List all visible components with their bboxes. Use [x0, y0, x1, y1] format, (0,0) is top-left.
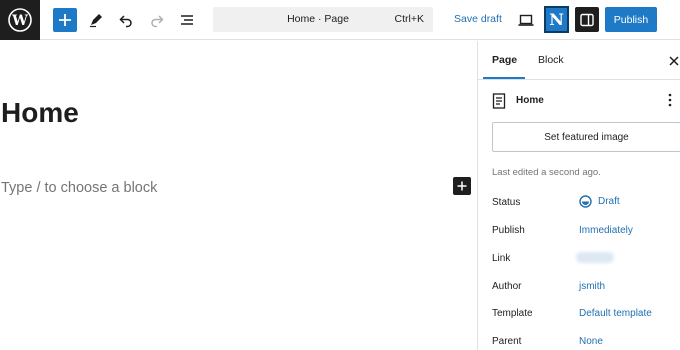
plus-icon	[457, 181, 467, 191]
command-palette-bar[interactable]: Home · Page Ctrl+K	[213, 7, 433, 32]
redo-icon	[151, 15, 164, 28]
last-edited-text: Last edited a second ago.	[492, 167, 601, 178]
sidebar-tabs: Page Block	[478, 41, 680, 80]
close-icon[interactable]	[668, 55, 680, 67]
n-plugin-button[interactable]: N	[544, 6, 569, 33]
svg-text:W: W	[11, 13, 28, 29]
template-value[interactable]: Default template	[579, 308, 652, 319]
publish-value[interactable]: Immediately	[579, 225, 633, 236]
parent-label: Parent	[492, 336, 522, 347]
document-title: Home	[516, 95, 544, 106]
set-featured-image-button[interactable]: Set featured image	[492, 122, 680, 152]
view-button[interactable]	[514, 8, 538, 32]
tab-block[interactable]: Block	[538, 54, 564, 66]
settings-toggle-button[interactable]	[575, 7, 599, 32]
link-label: Link	[492, 253, 511, 264]
block-placeholder[interactable]: Type / to choose a block	[1, 180, 157, 196]
status-value-button[interactable]: Draft	[579, 195, 620, 208]
add-block-button[interactable]	[53, 8, 77, 32]
command-title: Home · Page	[287, 13, 349, 25]
redo-button[interactable]	[145, 8, 169, 32]
link-value-blurred[interactable]	[576, 252, 614, 263]
list-view-icon	[181, 15, 193, 25]
command-shortcut: Ctrl+K	[394, 13, 424, 25]
tools-button[interactable]	[84, 8, 108, 32]
top-toolbar: W Home · Page Ctrl+K Save draft N Publis…	[0, 0, 680, 40]
undo-icon	[119, 15, 132, 28]
tab-page[interactable]: Page	[492, 54, 517, 66]
settings-panel-icon	[580, 13, 594, 26]
document-summary: Home	[492, 93, 672, 109]
draft-status-icon	[579, 195, 592, 208]
page-title[interactable]: Home	[1, 97, 79, 129]
page-icon	[492, 93, 506, 109]
status-value: Draft	[598, 196, 620, 207]
parent-value[interactable]: None	[579, 336, 603, 347]
status-label: Status	[492, 197, 521, 208]
template-label: Template	[492, 308, 533, 319]
desktop-view-icon	[518, 14, 534, 26]
editor-app: W Home · Page Ctrl+K Save draft N Publis…	[0, 0, 680, 350]
author-value[interactable]: jsmith	[579, 281, 605, 292]
more-options-icon[interactable]	[668, 93, 672, 107]
pen-icon	[90, 14, 102, 28]
publish-button[interactable]: Publish	[605, 7, 657, 32]
inline-add-block-button[interactable]	[453, 177, 471, 195]
save-draft-button[interactable]: Save draft	[454, 13, 502, 25]
plus-icon	[59, 14, 71, 26]
editor-canvas[interactable]: Home Type / to choose a block	[0, 41, 477, 350]
wordpress-logo-icon[interactable]: W	[0, 0, 40, 40]
settings-sidebar: Page Block Home Set featured image Last …	[477, 41, 680, 350]
undo-button[interactable]	[114, 8, 138, 32]
author-label: Author	[492, 281, 522, 292]
publish-label: Publish	[492, 225, 525, 236]
list-view-button[interactable]	[175, 8, 199, 32]
active-tab-indicator	[483, 77, 525, 79]
